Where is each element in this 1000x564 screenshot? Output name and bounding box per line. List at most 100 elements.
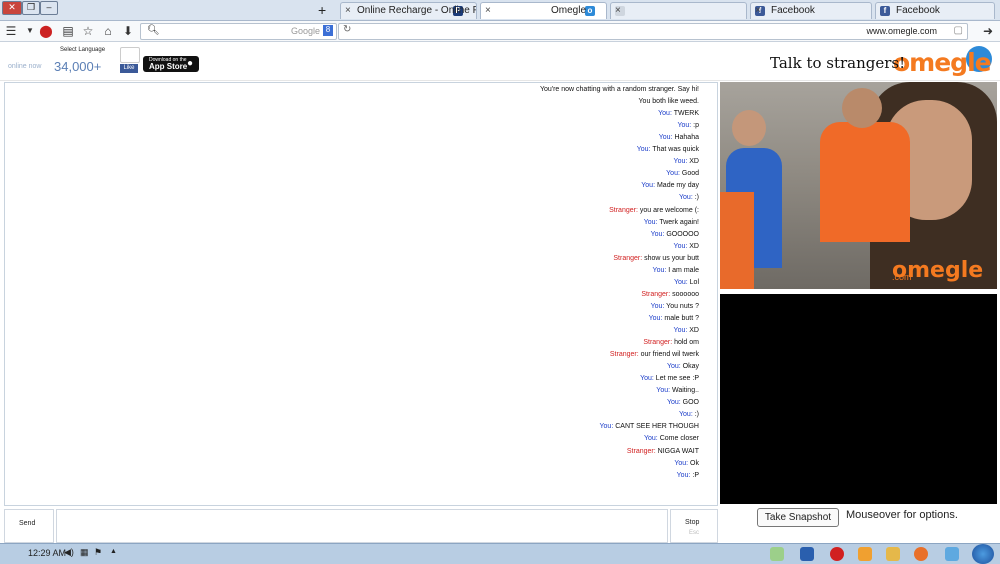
app-icon[interactable] xyxy=(858,547,872,561)
chat-message-text: :) xyxy=(694,411,699,419)
close-tab-icon[interactable]: × xyxy=(615,3,621,19)
ie-icon[interactable] xyxy=(945,547,959,561)
stranger-video[interactable]: omegle .com xyxy=(720,82,997,289)
chat-message-text: :) xyxy=(694,194,699,202)
chat-line: You: Made my day xyxy=(641,182,699,189)
minimize-window-button[interactable]: – xyxy=(40,1,58,15)
tab-label: Online Recharge - Online P... xyxy=(357,5,477,16)
chat-line: You: CANT SEE HER THOUGH xyxy=(600,423,699,430)
chat-message-text: :P xyxy=(692,471,699,479)
page-icon: ▢ xyxy=(953,25,963,36)
clock-time[interactable]: 12:29 AM xyxy=(28,548,66,558)
chat-message-text: Let me see :P xyxy=(655,375,699,383)
close-window-button[interactable]: ✕ xyxy=(2,1,22,15)
chat-message-text: I am male xyxy=(668,266,699,274)
chat-line: You: TWERK xyxy=(658,110,699,117)
flag-icon[interactable]: ⚑ xyxy=(94,547,102,558)
speaker-you: You: xyxy=(650,302,665,310)
chat-message-text: You nuts ? xyxy=(666,302,699,310)
tab-online-recharge[interactable]: P Online Recharge - Online P... × xyxy=(340,2,477,19)
chat-message-text: Made my day xyxy=(656,182,699,190)
reload-icon[interactable]: ↻ xyxy=(343,24,351,35)
search-input[interactable]: 🔍︎ Google 8 xyxy=(140,23,337,40)
show-hidden-icons[interactable]: ▲ xyxy=(110,548,117,555)
video-watermark-suffix: .com xyxy=(892,272,912,282)
facebook-like-button[interactable]: Like xyxy=(120,64,138,73)
chat-log[interactable]: You're now chatting with a random strang… xyxy=(4,82,718,506)
speaker-you: You: xyxy=(676,471,691,479)
tagline: Talk to strangers! xyxy=(770,54,906,72)
chat-line: You: :) xyxy=(679,411,699,418)
url-bar[interactable]: ↻ www.omegle.com ▢ xyxy=(338,23,968,40)
speaker-stranger: Stranger: xyxy=(609,351,639,359)
firefox-icon[interactable] xyxy=(914,547,928,561)
restore-window-button[interactable]: ❐ xyxy=(22,1,40,15)
online-count: 34,000+ xyxy=(54,59,102,74)
chat-line: You: XD xyxy=(674,327,699,334)
folder-icon[interactable] xyxy=(886,547,900,561)
volume-icon[interactable]: ◀) xyxy=(64,547,74,558)
chat-message-text: Okay xyxy=(682,363,699,371)
windows-taskbar: 12:29 AM ◀) ▦ ⚑ ▲ xyxy=(0,543,1000,564)
speaker-you: You: xyxy=(652,266,667,274)
speaker-you: You: xyxy=(677,122,692,130)
bookmark-star-icon[interactable]: ☆ xyxy=(80,23,96,39)
photoshop-icon[interactable] xyxy=(800,547,814,561)
send-button[interactable]: Send xyxy=(4,509,54,543)
select-language-link[interactable]: Select Language xyxy=(60,47,105,53)
url-text: www.omegle.com xyxy=(866,26,937,36)
stop-button[interactable]: Stop Esc xyxy=(670,509,718,543)
google-icon[interactable]: 8 xyxy=(323,25,333,36)
chat-line: Stranger: you are welcome (: xyxy=(609,207,699,214)
message-input[interactable] xyxy=(56,509,668,543)
opera-icon[interactable] xyxy=(830,547,844,561)
menu-icon[interactable]: ☰ xyxy=(3,23,19,39)
stop-label: Stop xyxy=(685,519,700,526)
chat-message-text: male butt ? xyxy=(664,314,699,322)
network-icon[interactable]: ▦ xyxy=(80,547,89,558)
back-arrow-icon[interactable]: ➜ xyxy=(980,23,996,39)
take-snapshot-button[interactable]: Take Snapshot xyxy=(757,508,839,527)
chat-line: You: :p xyxy=(677,122,699,129)
chat-line: You: XD xyxy=(674,243,699,250)
send-label: Send xyxy=(19,520,36,527)
speaker-stranger: Stranger: xyxy=(613,254,643,262)
speaker-you: You: xyxy=(679,411,693,419)
chat-line: You're now chatting with a random strang… xyxy=(540,86,699,93)
person-left-face xyxy=(732,110,766,146)
tab-omegle[interactable]: o Omegle × xyxy=(480,2,607,19)
app-store-label: App Store xyxy=(149,62,188,71)
chat-message-text: Waiting.. xyxy=(672,387,699,395)
chat-line: You: Twerk again! xyxy=(644,219,699,226)
speaker-stranger: Stranger: xyxy=(641,290,671,298)
start-button-icon[interactable] xyxy=(972,544,994,564)
chat-line: You: You nuts ? xyxy=(651,303,699,310)
close-tab-icon[interactable]: × xyxy=(485,3,491,19)
chat-line: Stranger: soooooo xyxy=(641,291,699,298)
close-tab-icon[interactable]: × xyxy=(345,3,351,19)
dropdown-arrow-icon[interactable]: ▼ xyxy=(22,23,38,39)
download-icon[interactable]: ⬇ xyxy=(120,23,136,39)
tab-facebook-2[interactable]: f Facebook × xyxy=(750,2,872,19)
facebook-icon: f xyxy=(880,6,890,16)
tab-facebook-1[interactable]: f Facebook xyxy=(875,2,995,19)
chat-line: You: I am male xyxy=(653,267,699,274)
chat-message-text: GOOOOO xyxy=(666,230,699,238)
chat-line: You: Good xyxy=(666,170,699,177)
home-icon[interactable]: ⌂ xyxy=(100,23,116,39)
close-tab-icon[interactable]: × xyxy=(755,3,761,19)
chat-line: You both like weed. xyxy=(639,98,699,105)
omegle-logo[interactable]: omegle xyxy=(893,48,992,77)
app-store-button[interactable]: Download on the App Store ● xyxy=(143,56,199,72)
my-video[interactable] xyxy=(720,294,997,504)
tab-generic[interactable]: × xyxy=(610,2,747,19)
speaker-you: You: xyxy=(643,218,658,226)
speaker-you: You: xyxy=(599,423,614,431)
app-icon-2[interactable] xyxy=(770,547,784,561)
speaker-you: You: xyxy=(650,230,665,238)
clipboard-icon[interactable]: ▤ xyxy=(60,23,76,39)
search-icon[interactable]: 🔍︎ xyxy=(147,25,160,36)
chat-message-text: XD xyxy=(689,242,699,250)
new-tab-button[interactable]: + xyxy=(318,2,326,18)
adblock-icon[interactable]: ⬤ xyxy=(38,23,54,39)
